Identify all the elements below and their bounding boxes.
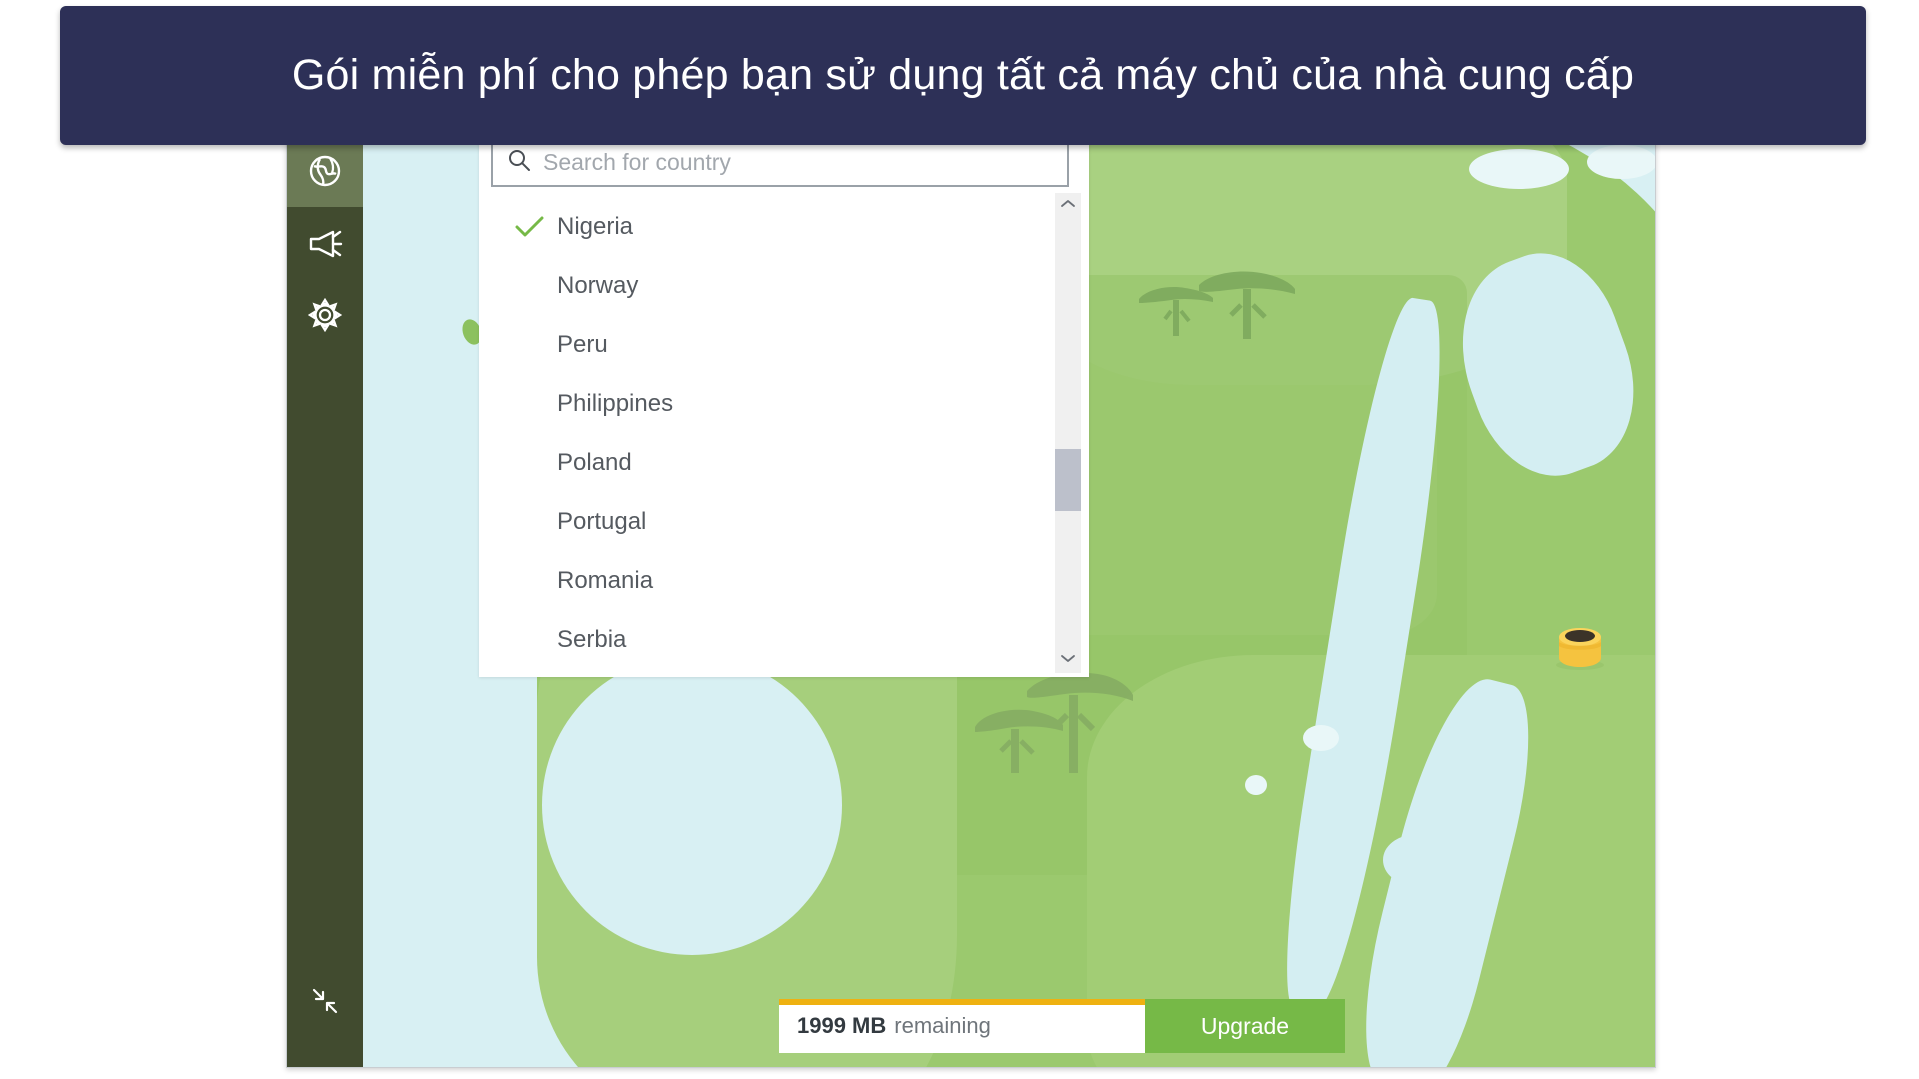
map-water-patch bbox=[1587, 145, 1655, 179]
scrollbar-up-button[interactable] bbox=[1055, 193, 1081, 219]
country-item-poland[interactable]: Poland bbox=[479, 433, 1053, 492]
map-water-gulf bbox=[542, 655, 842, 955]
quota-amount: 1999 MB bbox=[797, 1013, 887, 1038]
scrollbar-down-button[interactable] bbox=[1055, 647, 1081, 673]
collapse-icon bbox=[310, 986, 340, 1021]
acacia-trees-north-icon bbox=[1127, 255, 1307, 350]
map-water-lake bbox=[1383, 835, 1445, 885]
search-input[interactable] bbox=[543, 148, 1043, 176]
left-sidebar bbox=[287, 135, 363, 1067]
country-item-peru[interactable]: Peru bbox=[479, 315, 1053, 374]
check-icon bbox=[515, 215, 557, 239]
quota-text: 1999 MB remaining bbox=[797, 999, 991, 1053]
map-water-patch bbox=[1303, 725, 1339, 751]
country-item-norway[interactable]: Norway bbox=[479, 256, 1053, 315]
promo-banner-text: Gói miễn phí cho phép bạn sử dụng tất cả… bbox=[291, 51, 1635, 100]
scrollbar-thumb[interactable] bbox=[1055, 449, 1081, 511]
vpn-app-window: Nigeria Norway Peru Philippines Poland bbox=[286, 134, 1656, 1068]
country-label: Serbia bbox=[557, 625, 627, 653]
country-label: Portugal bbox=[557, 507, 647, 535]
country-label: Nigeria bbox=[557, 212, 634, 240]
chevron-up-icon bbox=[1060, 197, 1076, 215]
country-item-serbia[interactable]: Serbia bbox=[479, 610, 1053, 669]
quota-status-bar: 1999 MB remaining Upgrade bbox=[779, 999, 1345, 1053]
megaphone-icon bbox=[307, 227, 343, 259]
country-dropdown-panel: Nigeria Norway Peru Philippines Poland bbox=[479, 135, 1089, 677]
gear-icon bbox=[308, 298, 342, 332]
search-icon bbox=[507, 148, 531, 177]
globe-icon bbox=[308, 154, 342, 188]
map-water-patch bbox=[1469, 149, 1569, 189]
country-list[interactable]: Nigeria Norway Peru Philippines Poland P… bbox=[479, 197, 1053, 671]
chevron-down-icon bbox=[1060, 651, 1076, 669]
map-water-patch bbox=[1245, 775, 1267, 795]
country-list-scrollbar[interactable] bbox=[1055, 193, 1081, 673]
country-item-romania[interactable]: Romania bbox=[479, 551, 1053, 610]
country-item-philippines[interactable]: Philippines bbox=[479, 374, 1053, 433]
country-label: Poland bbox=[557, 448, 632, 476]
sidebar-item-settings[interactable] bbox=[287, 279, 363, 351]
sidebar-item-announcements[interactable] bbox=[287, 207, 363, 279]
upgrade-button[interactable]: Upgrade bbox=[1145, 999, 1345, 1053]
drum-marker-icon bbox=[1553, 615, 1607, 671]
quota-remaining-label: remaining bbox=[894, 1013, 991, 1038]
country-label: Romania bbox=[557, 566, 654, 594]
sidebar-item-locations[interactable] bbox=[287, 135, 363, 207]
country-label: Norway bbox=[557, 271, 639, 299]
country-item-nigeria[interactable]: Nigeria bbox=[479, 197, 1053, 256]
country-item-portugal[interactable]: Portugal bbox=[479, 492, 1053, 551]
promo-banner: Gói miễn phí cho phép bạn sử dụng tất cả… bbox=[60, 6, 1866, 145]
country-label: Peru bbox=[557, 330, 608, 358]
sidebar-collapse-button[interactable] bbox=[287, 973, 363, 1033]
country-label: Philippines bbox=[557, 389, 674, 417]
quota-panel: 1999 MB remaining bbox=[779, 999, 1145, 1053]
